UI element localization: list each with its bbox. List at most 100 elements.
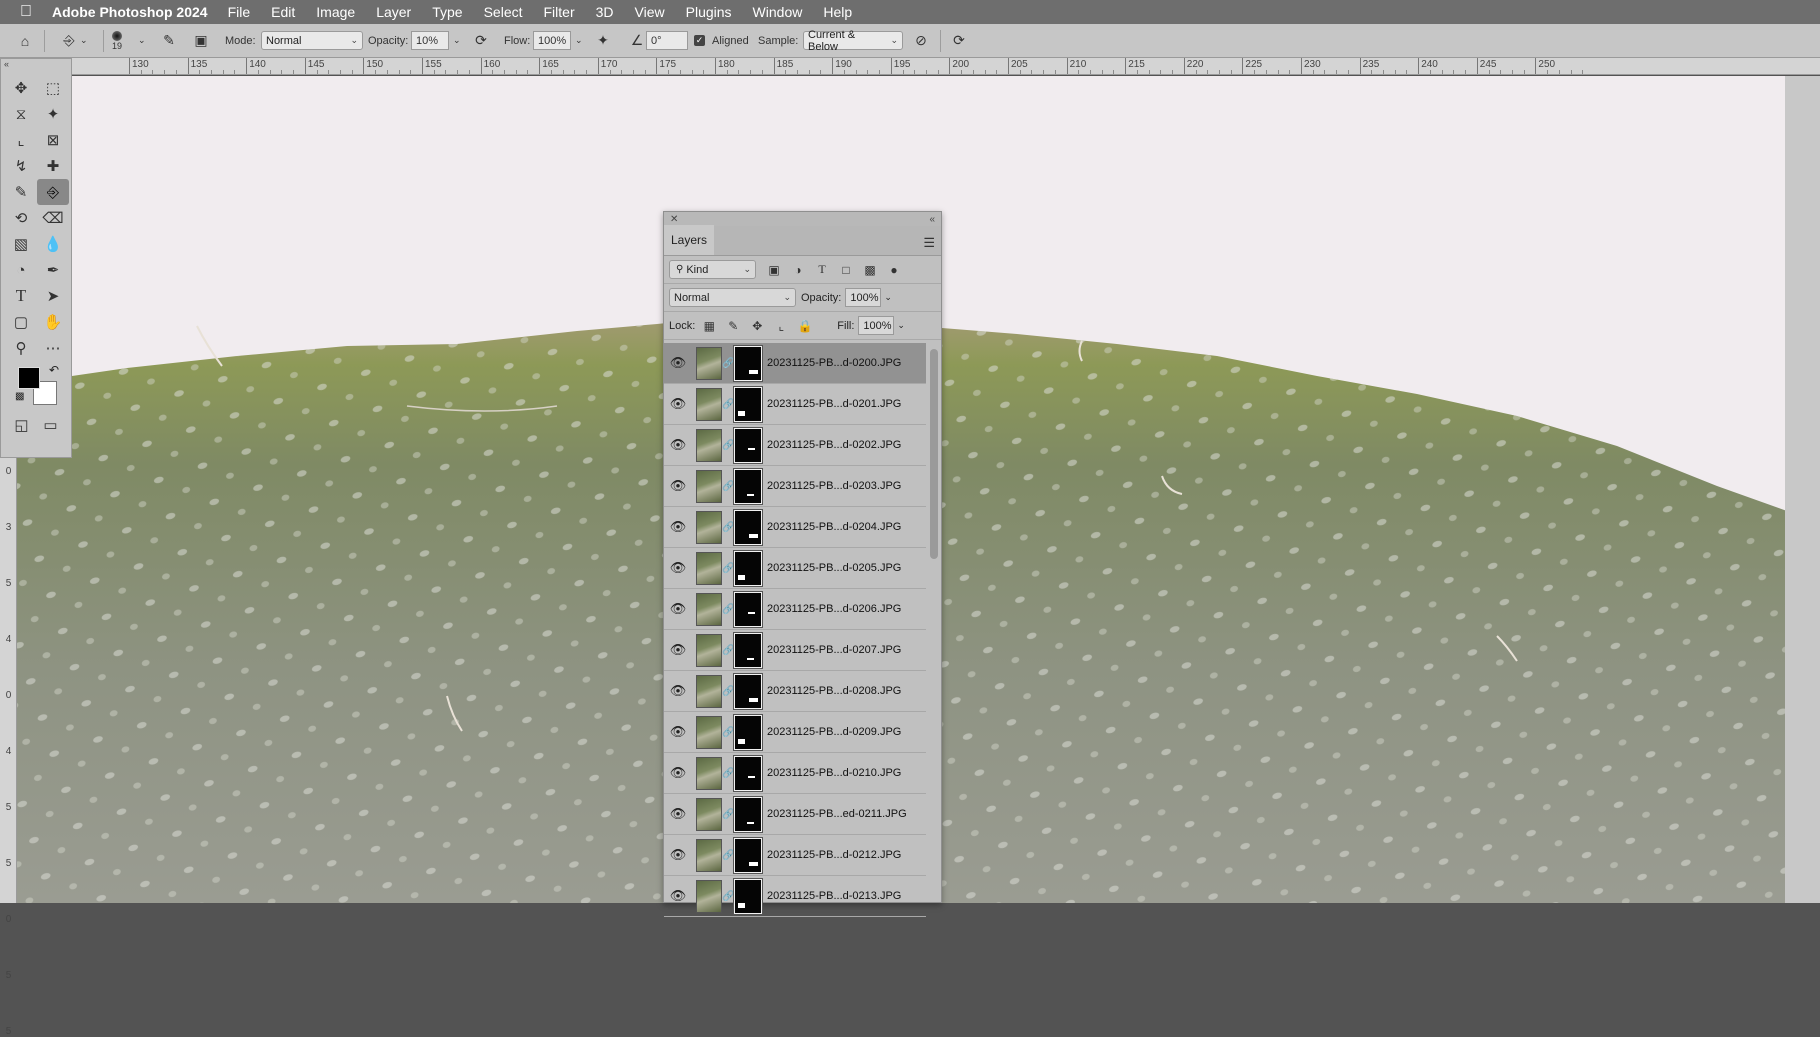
menu-view[interactable]: View bbox=[635, 4, 665, 20]
layer-mask-thumbnail[interactable] bbox=[733, 631, 763, 669]
layer-mask-thumbnail[interactable] bbox=[733, 590, 763, 628]
chevron-down-icon[interactable]: ⌄ bbox=[897, 320, 905, 331]
lock-all-icon[interactable]: 🔒 bbox=[795, 316, 815, 336]
pressure-opacity-icon[interactable]: ⟳ bbox=[470, 30, 492, 52]
ignore-adjustment-layers-icon[interactable]: ⊘ bbox=[910, 30, 932, 52]
visibility-eye-icon[interactable]: 👁 bbox=[664, 683, 692, 699]
link-icon[interactable]: 🔗 bbox=[722, 399, 734, 410]
apple-icon[interactable]:  bbox=[0, 3, 52, 21]
layer-thumbnail[interactable] bbox=[696, 387, 722, 421]
visibility-eye-icon[interactable]: 👁 bbox=[664, 724, 692, 740]
screen-mode-icon[interactable]: ▭ bbox=[38, 415, 64, 435]
layer-row[interactable]: 👁 🔗 20231125-PB...d-0201.JPG bbox=[664, 384, 926, 425]
layer-row[interactable]: 👁 🔗 20231125-PB...d-0207.JPG bbox=[664, 630, 926, 671]
chevron-down-icon[interactable]: ⌄ bbox=[884, 292, 892, 303]
menu-file[interactable]: File bbox=[228, 4, 251, 20]
layer-thumbnail[interactable] bbox=[696, 592, 722, 626]
brush-settings-icon[interactable]: ✎ bbox=[158, 30, 180, 52]
crop-tool-icon[interactable]: ⌞ bbox=[5, 127, 37, 153]
horizontal-ruler[interactable]: 130 135 140 145 150 155 160 165 170 175 180 185 190 1… bbox=[72, 58, 1820, 75]
clone-stamp-tool-icon[interactable]: ⎆ bbox=[37, 179, 69, 205]
layer-thumbnail[interactable] bbox=[696, 879, 722, 913]
gradient-tool-icon[interactable]: ▧ bbox=[5, 231, 37, 257]
path-selection-tool-icon[interactable]: ➤ bbox=[37, 283, 69, 309]
menu-help[interactable]: Help bbox=[823, 4, 852, 20]
zoom-tool-icon[interactable]: ⚲ bbox=[5, 335, 37, 361]
close-icon[interactable]: ✕ bbox=[670, 214, 678, 225]
collapse-panel-icon[interactable]: « bbox=[929, 214, 935, 225]
layer-thumbnail[interactable] bbox=[696, 510, 722, 544]
chevron-down-icon[interactable]: ⌄ bbox=[138, 35, 146, 46]
dodge-tool-icon[interactable]: ◔ bbox=[5, 257, 37, 283]
history-brush-tool-icon[interactable]: ⟲ bbox=[5, 205, 37, 231]
swap-colors-icon[interactable]: ↶ bbox=[49, 363, 59, 377]
layer-row[interactable]: 👁 🔗 20231125-PB...ed-0211.JPG bbox=[664, 794, 926, 835]
brush-tool-icon[interactable]: ✎ bbox=[5, 179, 37, 205]
flow-input[interactable]: 100% bbox=[533, 31, 571, 50]
layer-opacity-input[interactable]: 100% bbox=[845, 288, 882, 307]
lock-transparent-pixels-icon[interactable]: ▦ bbox=[699, 316, 719, 336]
menu-3d[interactable]: 3D bbox=[596, 4, 614, 20]
menu-type[interactable]: Type bbox=[432, 4, 462, 20]
panel-menu-icon[interactable]: ☰ bbox=[923, 235, 935, 251]
blend-mode-select[interactable]: Normal ⌄ bbox=[669, 288, 796, 307]
marquee-tool-icon[interactable]: ⬚ bbox=[37, 75, 69, 101]
layer-thumbnail[interactable] bbox=[696, 797, 722, 831]
layer-mask-thumbnail[interactable] bbox=[733, 795, 763, 833]
link-icon[interactable]: 🔗 bbox=[722, 809, 734, 820]
chevron-down-icon[interactable]: ⌄ bbox=[80, 35, 88, 46]
layer-mask-thumbnail[interactable] bbox=[733, 426, 763, 464]
chevron-down-icon[interactable]: ⌄ bbox=[575, 35, 583, 46]
layer-mask-thumbnail[interactable] bbox=[733, 754, 763, 792]
pen-tool-icon[interactable]: ✒ bbox=[37, 257, 69, 283]
blur-tool-icon[interactable]: 💧 bbox=[37, 231, 69, 257]
shape-filter-icon[interactable]: □ bbox=[836, 260, 856, 280]
layer-row[interactable]: 👁 🔗 20231125-PB...d-0200.JPG bbox=[664, 343, 926, 384]
menu-layer[interactable]: Layer bbox=[376, 4, 411, 20]
filter-kind-select[interactable]: ⚲ Kind ⌄ bbox=[669, 260, 756, 279]
visibility-eye-icon[interactable]: 👁 bbox=[664, 601, 692, 617]
layer-mask-thumbnail[interactable] bbox=[733, 344, 763, 382]
clone-source-icon[interactable]: ▣ bbox=[190, 30, 212, 52]
layer-row[interactable]: 👁 🔗 20231125-PB...d-0210.JPG bbox=[664, 753, 926, 794]
link-icon[interactable]: 🔗 bbox=[722, 522, 734, 533]
layer-mask-thumbnail[interactable] bbox=[733, 549, 763, 587]
default-colors-icon[interactable]: ▩ bbox=[15, 391, 24, 402]
sample-select[interactable]: Current & Below ⌄ bbox=[803, 29, 903, 53]
menu-window[interactable]: Window bbox=[753, 4, 803, 20]
layer-row[interactable]: 👁 🔗 20231125-PB...d-0208.JPG bbox=[664, 671, 926, 712]
link-icon[interactable]: 🔗 bbox=[722, 645, 734, 656]
menu-plugins[interactable]: Plugins bbox=[686, 4, 732, 20]
layer-mask-thumbnail[interactable] bbox=[733, 877, 763, 915]
layer-thumbnail[interactable] bbox=[696, 428, 722, 462]
menu-filter[interactable]: Filter bbox=[544, 4, 575, 20]
link-icon[interactable]: 🔗 bbox=[722, 891, 734, 902]
link-icon[interactable]: 🔗 bbox=[722, 440, 734, 451]
move-tool-icon[interactable]: ✥ bbox=[5, 75, 37, 101]
link-icon[interactable]: 🔗 bbox=[722, 768, 734, 779]
layer-thumbnail[interactable] bbox=[696, 715, 722, 749]
layer-row[interactable]: 👁 🔗 20231125-PB...d-0206.JPG bbox=[664, 589, 926, 630]
aligned-checkbox[interactable]: ✓ bbox=[694, 35, 705, 46]
visibility-eye-icon[interactable]: 👁 bbox=[664, 560, 692, 576]
eraser-tool-icon[interactable]: ⌫ bbox=[37, 205, 69, 231]
link-icon[interactable]: 🔗 bbox=[722, 604, 734, 615]
visibility-eye-icon[interactable]: 👁 bbox=[664, 355, 692, 371]
visibility-eye-icon[interactable]: 👁 bbox=[664, 519, 692, 535]
visibility-eye-icon[interactable]: 👁 bbox=[664, 478, 692, 494]
layer-thumbnail[interactable] bbox=[696, 838, 722, 872]
visibility-eye-icon[interactable]: 👁 bbox=[664, 765, 692, 781]
layer-thumbnail[interactable] bbox=[696, 756, 722, 790]
layer-mask-thumbnail[interactable] bbox=[733, 508, 763, 546]
home-icon[interactable]: ⌂ bbox=[14, 30, 36, 52]
layer-thumbnail[interactable] bbox=[696, 346, 722, 380]
hand-tool-icon[interactable]: ✋ bbox=[37, 309, 69, 335]
layer-mask-thumbnail[interactable] bbox=[733, 836, 763, 874]
lock-artboard-icon[interactable]: ⌞ bbox=[771, 316, 791, 336]
layer-row[interactable]: 👁 🔗 20231125-PB...d-0202.JPG bbox=[664, 425, 926, 466]
clone-stamp-tool-preset-icon[interactable]: ⎆ bbox=[58, 30, 80, 52]
link-icon[interactable]: 🔗 bbox=[722, 850, 734, 861]
eyedropper-tool-icon[interactable]: ↯ bbox=[5, 153, 37, 179]
brush-preview-icon[interactable] bbox=[112, 30, 122, 41]
visibility-eye-icon[interactable]: 👁 bbox=[664, 806, 692, 822]
